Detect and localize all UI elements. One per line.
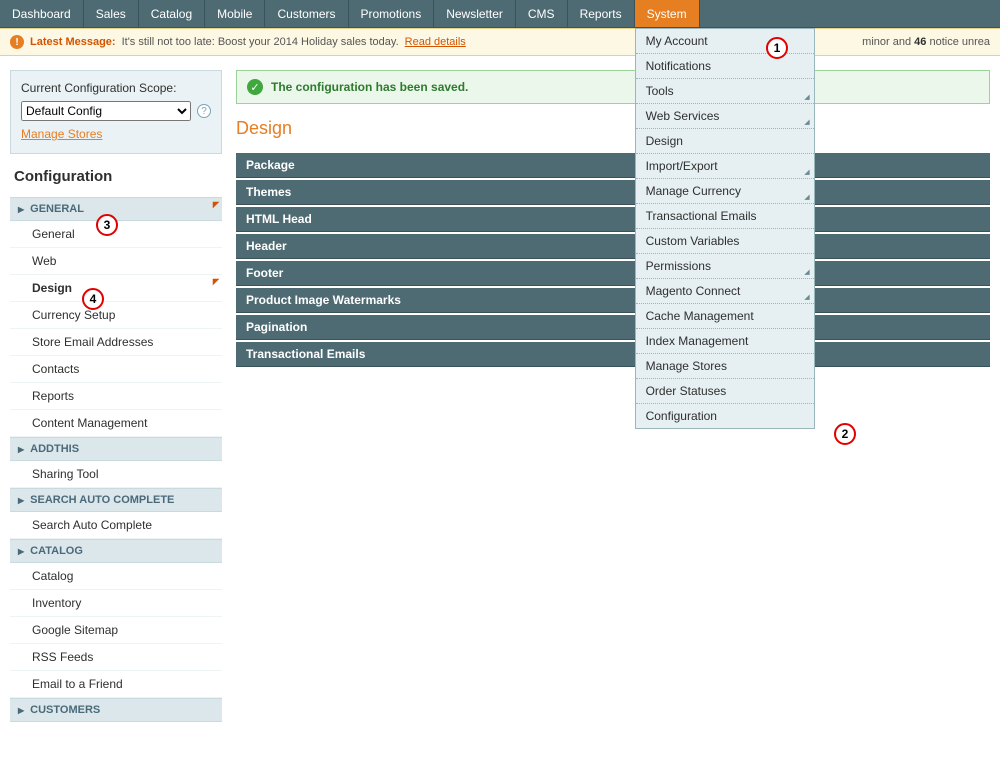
dd-design[interactable]: Design (636, 129, 814, 154)
nav-cms[interactable]: CMS (516, 0, 568, 27)
dd-tools[interactable]: Tools (636, 79, 814, 104)
dd-permissions[interactable]: Permissions (636, 254, 814, 279)
nav-item-content-management[interactable]: Content Management (10, 410, 222, 437)
panel-package[interactable]: Package (236, 153, 990, 178)
nav-mobile[interactable]: Mobile (205, 0, 265, 27)
page-title: Design (236, 118, 990, 139)
panel-header[interactable]: Header (236, 234, 990, 259)
right-column: ✓ The configuration has been saved. Desi… (236, 70, 990, 369)
config-scope-box: Current Configuration Scope: Default Con… (10, 70, 222, 154)
notice-summary: minor and 46 notice unrea (862, 36, 990, 48)
success-message: ✓ The configuration has been saved. (236, 70, 990, 104)
panel-pagination[interactable]: Pagination (236, 315, 990, 340)
nav-catalog[interactable]: Catalog (139, 0, 205, 27)
dd-custom-variables[interactable]: Custom Variables (636, 229, 814, 254)
dd-manage-currency[interactable]: Manage Currency (636, 179, 814, 204)
help-icon[interactable]: ? (197, 104, 211, 118)
nav-reports[interactable]: Reports (568, 0, 635, 27)
nav-item-general[interactable]: General (10, 221, 222, 248)
nav-item-email-friend[interactable]: Email to a Friend (10, 671, 222, 698)
left-column: Current Configuration Scope: Default Con… (10, 70, 222, 722)
nav-item-catalog[interactable]: Catalog (10, 563, 222, 590)
system-dropdown: My Account Notifications Tools Web Servi… (635, 28, 815, 429)
dd-transactional-emails[interactable]: Transactional Emails (636, 204, 814, 229)
dd-cache-management[interactable]: Cache Management (636, 304, 814, 329)
dd-import-export[interactable]: Import/Export (636, 154, 814, 179)
nav-item-store-email[interactable]: Store Email Addresses (10, 329, 222, 356)
nav-customers[interactable]: Customers (265, 0, 348, 27)
nav-system-label: System (647, 7, 687, 21)
nav-item-rss-feeds[interactable]: RSS Feeds (10, 644, 222, 671)
manage-stores-link[interactable]: Manage Stores (21, 127, 102, 141)
check-icon: ✓ (247, 79, 263, 95)
dd-index-management[interactable]: Index Management (636, 329, 814, 354)
panel-watermarks[interactable]: Product Image Watermarks (236, 288, 990, 313)
nav-item-inventory[interactable]: Inventory (10, 590, 222, 617)
success-text: The configuration has been saved. (271, 80, 468, 94)
configuration-title: Configuration (10, 154, 222, 197)
main-wrap: Current Configuration Scope: Default Con… (0, 56, 1000, 736)
panel-html-head[interactable]: HTML Head (236, 207, 990, 232)
nav-item-google-sitemap[interactable]: Google Sitemap (10, 617, 222, 644)
config-scope-label: Current Configuration Scope: (21, 81, 211, 95)
section-addthis[interactable]: ADDTHIS (10, 437, 222, 461)
panel-themes[interactable]: Themes (236, 180, 990, 205)
nav-item-contacts[interactable]: Contacts (10, 356, 222, 383)
nav-item-web[interactable]: Web (10, 248, 222, 275)
nav-promotions[interactable]: Promotions (349, 0, 435, 27)
dd-order-statuses[interactable]: Order Statuses (636, 379, 814, 404)
nav-item-sharing-tool[interactable]: Sharing Tool (10, 461, 222, 488)
nav-system[interactable]: System My Account Notifications Tools We… (635, 0, 700, 27)
nav-item-search-auto-complete[interactable]: Search Auto Complete (10, 512, 222, 539)
panel-footer[interactable]: Footer (236, 261, 990, 286)
dd-web-services[interactable]: Web Services (636, 104, 814, 129)
read-details-link[interactable]: Read details (405, 36, 466, 48)
top-nav: Dashboard Sales Catalog Mobile Customers… (0, 0, 1000, 28)
design-panels: Package Themes HTML Head Header Footer P… (236, 153, 990, 367)
latest-message-bar: ! Latest Message: It's still not too lat… (0, 28, 1000, 56)
dd-manage-stores[interactable]: Manage Stores (636, 354, 814, 379)
nav-item-reports[interactable]: Reports (10, 383, 222, 410)
config-nav: GENERAL General Web Design Currency Setu… (10, 197, 222, 722)
latest-message-prefix: Latest Message: (30, 36, 116, 48)
panel-transactional-emails[interactable]: Transactional Emails (236, 342, 990, 367)
section-catalog[interactable]: CATALOG (10, 539, 222, 563)
nav-dashboard[interactable]: Dashboard (0, 0, 84, 27)
section-customers[interactable]: CUSTOMERS (10, 698, 222, 722)
latest-message-text: It's still not too late: Boost your 2014… (122, 36, 399, 48)
nav-item-design[interactable]: Design (10, 275, 222, 302)
section-general[interactable]: GENERAL (10, 197, 222, 221)
section-search-auto-complete[interactable]: SEARCH AUTO COMPLETE (10, 488, 222, 512)
config-scope-select[interactable]: Default Config (21, 101, 191, 121)
dd-notifications[interactable]: Notifications (636, 54, 814, 79)
dd-configuration[interactable]: Configuration (636, 404, 814, 428)
nav-item-currency-setup[interactable]: Currency Setup (10, 302, 222, 329)
dd-my-account[interactable]: My Account (636, 29, 814, 54)
nav-sales[interactable]: Sales (84, 0, 139, 27)
dd-magento-connect[interactable]: Magento Connect (636, 279, 814, 304)
nav-newsletter[interactable]: Newsletter (434, 0, 516, 27)
warning-icon: ! (10, 35, 24, 49)
